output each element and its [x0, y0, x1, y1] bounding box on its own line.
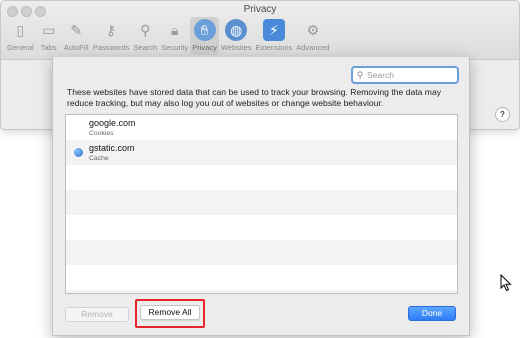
switch-icon: ▯	[16, 21, 25, 38]
lock-icon: 🔒︎	[170, 21, 179, 38]
list-item[interactable]: google.com Cookies	[66, 115, 457, 140]
tab-search[interactable]: ⚲ Search	[131, 17, 159, 55]
empty-row	[66, 215, 457, 240]
pencil-icon: ✎	[70, 21, 83, 38]
site-data-kind: Cookies	[89, 130, 114, 137]
empty-row	[66, 240, 457, 265]
tab-autofill[interactable]: ✎ AutoFill	[62, 17, 91, 55]
search-input[interactable]	[367, 70, 457, 80]
site-name: gstatic.com	[89, 143, 135, 153]
search-icon: ⚲	[356, 69, 364, 80]
tab-tabs[interactable]: ▭ Tabs	[36, 17, 62, 55]
tab-websites[interactable]: ◍ Websites	[219, 17, 254, 55]
search-field[interactable]: ⚲	[351, 66, 459, 84]
globe-icon	[74, 148, 83, 157]
empty-row	[66, 265, 457, 290]
remove-button[interactable]: Remove	[65, 307, 129, 322]
site-data-kind: Cache	[89, 155, 109, 162]
website-data-list[interactable]: google.com Cookies gstatic.com Cache	[65, 114, 458, 294]
list-item[interactable]: gstatic.com Cache	[66, 140, 457, 165]
empty-row	[66, 290, 457, 293]
tab-privacy[interactable]: ✋︎ Privacy	[190, 17, 219, 55]
help-button[interactable]: ?	[495, 107, 510, 122]
tab-advanced[interactable]: ⚙ Advanced	[294, 17, 331, 55]
title-bar: Privacy ▯ General ▭ Tabs ✎ AutoFill ⚷ Pa…	[1, 1, 519, 60]
preferences-toolbar: ▯ General ▭ Tabs ✎ AutoFill ⚷ Passwords …	[5, 17, 332, 57]
key-icon: ⚷	[105, 21, 117, 38]
sheet-description: These websites have stored data that can…	[67, 87, 442, 108]
tab-security[interactable]: 🔒︎ Security	[159, 17, 190, 55]
hand-icon: ✋︎	[193, 19, 216, 41]
magnifier-icon: ⚲	[140, 21, 151, 38]
mouse-pointer-icon	[500, 274, 512, 292]
empty-row	[66, 165, 457, 190]
tabs-icon: ▭	[42, 21, 56, 38]
tab-extensions[interactable]: ⚡︎ Extensions	[254, 17, 295, 55]
site-name: google.com	[89, 118, 136, 128]
done-button[interactable]: Done	[408, 306, 456, 321]
empty-row	[66, 190, 457, 215]
window-title: Privacy	[243, 4, 277, 15]
puzzle-icon: ⚡︎	[262, 19, 285, 41]
tab-passwords[interactable]: ⚷ Passwords	[91, 17, 132, 55]
remove-all-button[interactable]: Remove All	[140, 305, 200, 320]
globe-icon: ◍	[225, 19, 248, 41]
manage-website-data-sheet: ⚲ These websites have stored data that c…	[52, 57, 470, 336]
gear-icon: ⚙	[306, 21, 320, 38]
tab-general[interactable]: ▯ General	[5, 17, 36, 55]
